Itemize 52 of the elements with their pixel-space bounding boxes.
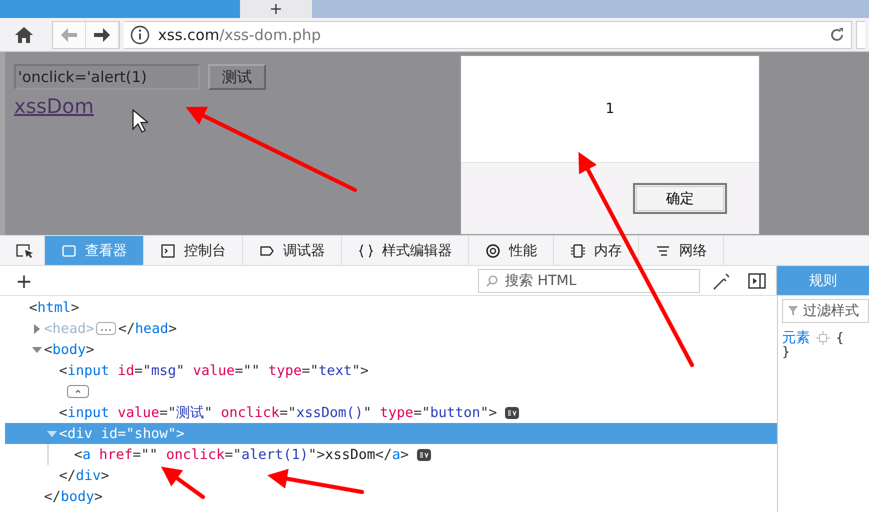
- code-line: <input value="测试" onclick="xssDom()" type="button">: [59, 404, 497, 422]
- code-line: <html>: [29, 300, 80, 316]
- devtools-tab[interactable]: 性能: [469, 236, 554, 265]
- rule-brace: }: [782, 345, 791, 360]
- ok-button[interactable]: 确定: [633, 183, 727, 214]
- new-tab-button[interactable]: +: [240, 0, 312, 18]
- tree-row[interactable]: <body>: [5, 339, 777, 360]
- reload-icon[interactable]: [829, 26, 845, 42]
- expanded-triangle-icon[interactable]: [30, 344, 44, 354]
- console-icon: [160, 242, 176, 258]
- tree-row[interactable]: <html>: [5, 297, 777, 318]
- devtools-tab[interactable]: 控制台: [144, 236, 243, 265]
- search-field[interactable]: 搜索 HTML: [478, 268, 700, 292]
- alert-message: 1: [606, 101, 614, 117]
- code-line: <head>: [44, 320, 94, 336]
- url-text: xss.com/xss-dom.php: [158, 26, 322, 44]
- tree-row[interactable]: <head> </head>: [5, 318, 777, 339]
- rule-brace: {: [836, 330, 844, 346]
- tree-row[interactable]: <a href="" onclick="alert(1)">xssDom</a>: [5, 444, 777, 465]
- tree-row[interactable]: <input value="测试" onclick="xssDom()" type="button">: [5, 402, 777, 423]
- code-line: <body>: [44, 342, 94, 358]
- add-node-button[interactable]: +: [14, 268, 34, 292]
- inspector-icon: [61, 242, 77, 258]
- code-line: </div>: [59, 468, 110, 484]
- tree-row[interactable]: </div>: [5, 465, 777, 486]
- devtools-tab[interactable]: 网络: [639, 236, 724, 265]
- event-badge-icon[interactable]: [416, 448, 431, 460]
- text-input[interactable]: 'onclick='alert(1): [14, 64, 200, 90]
- tree-row[interactable]: </body>: [5, 486, 777, 507]
- info-icon[interactable]: [130, 24, 150, 44]
- code-line: </body>: [44, 488, 103, 504]
- filter-styles-field[interactable]: 过滤样式: [782, 299, 869, 323]
- rule-selector: 元素: [782, 329, 810, 346]
- event-badge-icon[interactable]: [505, 406, 519, 418]
- tree-row[interactable]: <input id="msg" value="" type="text">: [5, 360, 777, 381]
- whitespace-badge-icon[interactable]: [67, 385, 89, 398]
- code-line: <div id="show">: [59, 426, 185, 442]
- code-line: <input id="msg" value="" type="text">: [59, 362, 369, 378]
- gauge-icon: [485, 242, 501, 258]
- braces-icon: [358, 242, 374, 258]
- search-icon: [486, 274, 498, 286]
- devtools-tab[interactable]: 调试器: [243, 236, 342, 265]
- test-button[interactable]: 测试: [208, 64, 266, 90]
- memory-chip-icon: [570, 242, 586, 258]
- home-icon[interactable]: [14, 26, 34, 44]
- mouse-cursor-icon: [132, 109, 148, 133]
- code-line: <a href="" onclick="alert(1)">xssDom</a>: [74, 446, 409, 462]
- devtools-tab[interactable]: 内存: [554, 236, 639, 265]
- annotation-arrow: [161, 466, 205, 499]
- address-bar[interactable]: xss.com/xss-dom.php: [124, 20, 852, 48]
- funnel-icon: [788, 306, 798, 316]
- devtools-tab[interactable]: 样式编辑器: [342, 236, 469, 265]
